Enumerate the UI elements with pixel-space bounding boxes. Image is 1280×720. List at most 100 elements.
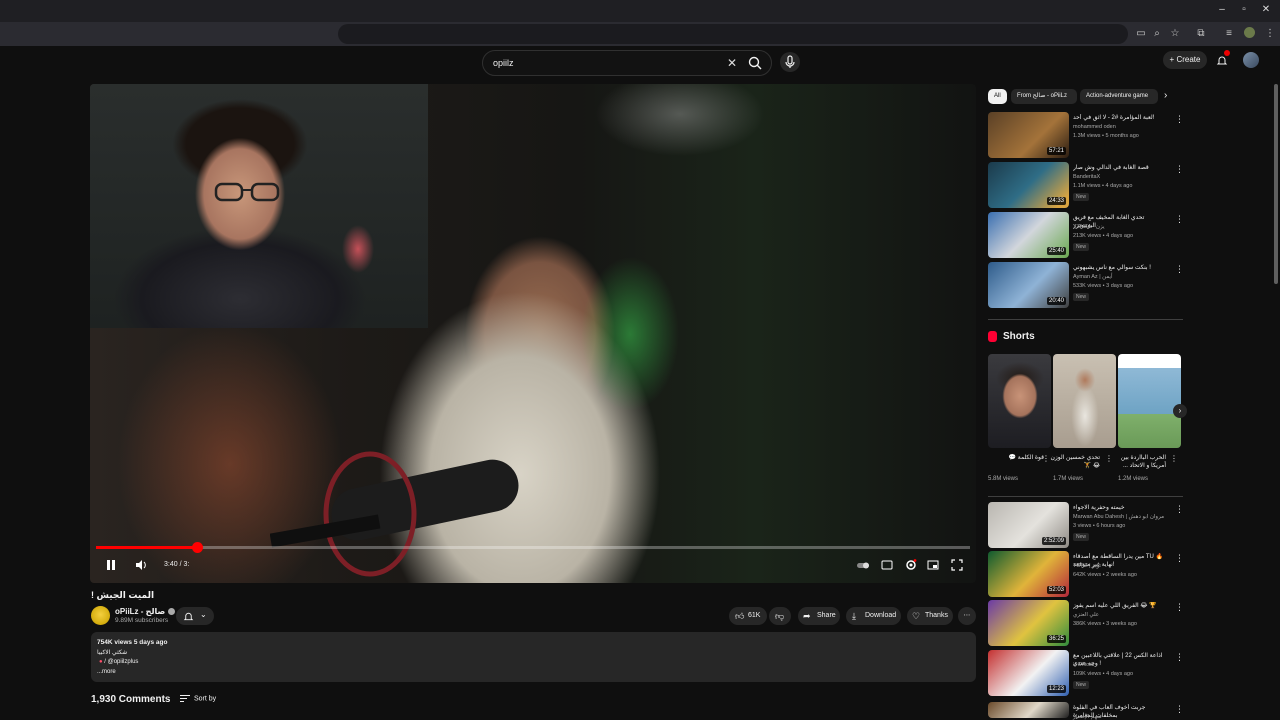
more-options-icon[interactable]: ⋮ xyxy=(1175,214,1184,225)
account-avatar[interactable] xyxy=(1243,52,1259,68)
more-options-icon[interactable]: ⋮ xyxy=(1175,504,1184,515)
page-scrollbar[interactable] xyxy=(1274,84,1278,284)
bookmark-star-icon[interactable]: ☆ xyxy=(1168,27,1182,41)
minimize-icon[interactable]: – xyxy=(1216,4,1228,15)
video-thumbnail[interactable]: 2:52:09 xyxy=(988,502,1069,548)
video-thumbnail[interactable] xyxy=(988,702,1069,718)
channel-name[interactable]: oPiiLz - صالح xyxy=(115,607,176,616)
video-player[interactable]: 3:40 / 3: xyxy=(90,84,976,583)
share-button[interactable]: ➦ Share xyxy=(798,607,840,625)
dislike-button[interactable]: 👎︎ xyxy=(769,607,791,625)
search-icon[interactable] xyxy=(747,55,763,71)
like-button[interactable]: 👍︎ 61K xyxy=(729,607,767,625)
recommended-video[interactable]: 36:25 الفريق اللي عليه اسم يفوز 😂 🏆 علي ال… xyxy=(988,600,1184,647)
recommended-video[interactable]: 24:33 قصة الغابة في الدالي وش صار Banderit… xyxy=(988,162,1184,209)
channel-name-text[interactable]: oPiiLz - صالح xyxy=(115,607,165,616)
recommended-video[interactable]: 57:21 لعبة المؤامرة #2 - لا اثق في أحد! mo… xyxy=(988,112,1184,159)
subtitles-icon[interactable] xyxy=(880,558,894,572)
description-link-text[interactable]: / @opiilzplus xyxy=(104,659,138,665)
chip-all[interactable]: All xyxy=(988,89,1007,104)
seek-bar[interactable] xyxy=(96,542,970,553)
video-title-text[interactable]: الفريق اللي عليه اسم يفوز 😂 🏆 xyxy=(1073,602,1168,610)
extensions-icon[interactable]: ⧉ xyxy=(1194,27,1208,41)
video-duration: 2:52:09 xyxy=(1041,537,1066,545)
description-box[interactable]: 754K views 5 days ago شكثي الاكبيا ● / @… xyxy=(91,632,976,682)
channel-avatar[interactable] xyxy=(91,606,110,625)
video-thumbnail[interactable]: 12:23 xyxy=(988,650,1069,696)
short-title[interactable]: تحدي خمسين الوزن 😂 🏋 xyxy=(1044,454,1100,470)
video-thumbnail[interactable]: 24:33 xyxy=(988,162,1069,208)
video-thumbnail[interactable]: 36:25 xyxy=(988,600,1069,646)
video-thumbnail[interactable]: 52:03 xyxy=(988,551,1069,597)
video-title-text[interactable]: قصة الغابة في الدالي وش صار xyxy=(1073,164,1168,172)
thumbs-up-icon: 👍︎ xyxy=(735,611,745,621)
more-options-icon[interactable]: ⋮ xyxy=(1175,164,1184,175)
channel-name-text: لا Official xyxy=(1073,662,1095,668)
video-thumbnail[interactable]: 25:40 xyxy=(988,212,1069,258)
create-button[interactable]: + Create xyxy=(1163,51,1207,69)
video-title-text[interactable]: خيمته وحفرية الاجواء xyxy=(1073,504,1168,512)
chip-action-adventure[interactable]: Action-adventure game xyxy=(1080,89,1158,104)
video-title: ! الميت الجيش xyxy=(91,590,155,600)
miniplayer-icon[interactable] xyxy=(926,558,940,572)
settings-gear-icon[interactable] xyxy=(904,558,918,572)
short-thumbnail[interactable] xyxy=(988,354,1051,448)
video-title-text[interactable]: لعبة المؤامرة #2 - لا اثق في أحد! xyxy=(1073,114,1168,122)
recommended-video[interactable]: 25:40 تحدي الغابة المخيف مع فريق اليوتيوب… xyxy=(988,212,1184,259)
browser-menu-icon[interactable]: ⋮ xyxy=(1263,27,1277,41)
more-options-icon[interactable]: ⋮ xyxy=(1175,652,1184,663)
more-options-icon[interactable]: ⋮ xyxy=(1175,114,1184,125)
subscribed-bell-button[interactable]: ⌄ xyxy=(176,607,214,625)
more-options-icon[interactable]: ⋮ xyxy=(1175,264,1184,275)
autoplay-toggle-icon[interactable] xyxy=(856,558,870,572)
new-badge: New xyxy=(1073,533,1090,541)
pause-icon[interactable] xyxy=(104,558,118,572)
short-title[interactable]: قوة الكلمة 💬 xyxy=(988,454,1044,462)
search-box[interactable]: opiilz ✕ xyxy=(482,50,772,76)
short-more-icon[interactable]: ⋮ xyxy=(1170,454,1178,463)
video-title-text[interactable]: بنكت سوالي مع ناس يشبهوني ! xyxy=(1073,264,1168,272)
cast-icon[interactable]: ▭ xyxy=(1134,27,1148,41)
zoom-icon[interactable]: ⌕ xyxy=(1150,27,1164,41)
share-icon: ➦ xyxy=(803,611,811,621)
close-window-icon[interactable]: ✕ xyxy=(1260,4,1272,15)
seek-bar-handle[interactable] xyxy=(191,542,203,553)
more-options-icon[interactable]: ⋮ xyxy=(1175,602,1184,613)
short-title[interactable]: الحرب البااردة بين أمريكا و الاتحاد ... xyxy=(1110,454,1166,470)
views-and-age: 213K views • 4 days ago xyxy=(1073,233,1134,239)
recommended-video[interactable]: 12:23 اذاعة الكس 22 | علاقتي باللاعبين مع… xyxy=(988,650,1184,697)
download-button[interactable]: ⤓ Download xyxy=(846,607,901,625)
channel-name-text: mohammed oden xyxy=(1073,124,1116,130)
short-thumbnail[interactable] xyxy=(1118,354,1181,448)
thanks-button[interactable]: ♡ Thanks xyxy=(907,607,953,625)
clear-search-icon[interactable]: ✕ xyxy=(727,56,737,70)
short-thumbnail[interactable] xyxy=(1053,354,1116,448)
video-thumbnail[interactable]: 20:40 xyxy=(988,262,1069,308)
media-controls-icon[interactable]: ≡ xyxy=(1222,27,1236,41)
fullscreen-icon[interactable] xyxy=(950,558,964,572)
sort-comments-button[interactable]: Sort by xyxy=(180,695,216,702)
profile-icon[interactable] xyxy=(1242,27,1256,41)
more-options-icon[interactable]: ⋮ xyxy=(1175,704,1184,715)
chip-from-channel[interactable]: From صالح - oPiiLz xyxy=(1011,89,1077,104)
description-link[interactable]: ● / @opiilzplus xyxy=(99,659,138,665)
volume-icon[interactable] xyxy=(134,558,148,572)
recommended-video[interactable]: 20:40 بنكت سوالي مع ناس يشبهوني ! Ayman Az… xyxy=(988,262,1184,309)
maximize-icon[interactable]: ▫ xyxy=(1238,4,1250,15)
shorts-next-button[interactable]: › xyxy=(1173,404,1187,418)
more-options-icon[interactable]: ⋮ xyxy=(1175,553,1184,564)
sort-icon xyxy=(180,695,190,702)
short-views: 5.8M views xyxy=(988,476,1019,482)
voice-search-button[interactable] xyxy=(780,52,800,72)
video-thumbnail[interactable]: 57:21 xyxy=(988,112,1069,158)
video-duration: 52:03 xyxy=(1046,586,1066,594)
show-more-link[interactable]: ...more xyxy=(97,669,116,675)
chevron-right-icon[interactable]: › xyxy=(1164,90,1167,101)
short-views: 1.2M views xyxy=(1118,476,1149,482)
recommended-video[interactable]: 52:03 مين يدرا الساقطة مع أصدقاء TU 🔥 نها… xyxy=(988,551,1184,598)
more-actions-button[interactable]: ⋯ xyxy=(958,607,976,625)
recommended-video[interactable]: جربت أخوف ألعاب في الفلوة بمخلفات المغام… xyxy=(988,702,1184,720)
url-field[interactable] xyxy=(338,24,1128,44)
recommended-video[interactable]: 2:52:09 خيمته وحفرية الاجواء Marwan Abu Da… xyxy=(988,502,1184,549)
search-input[interactable]: opiilz xyxy=(493,58,514,68)
